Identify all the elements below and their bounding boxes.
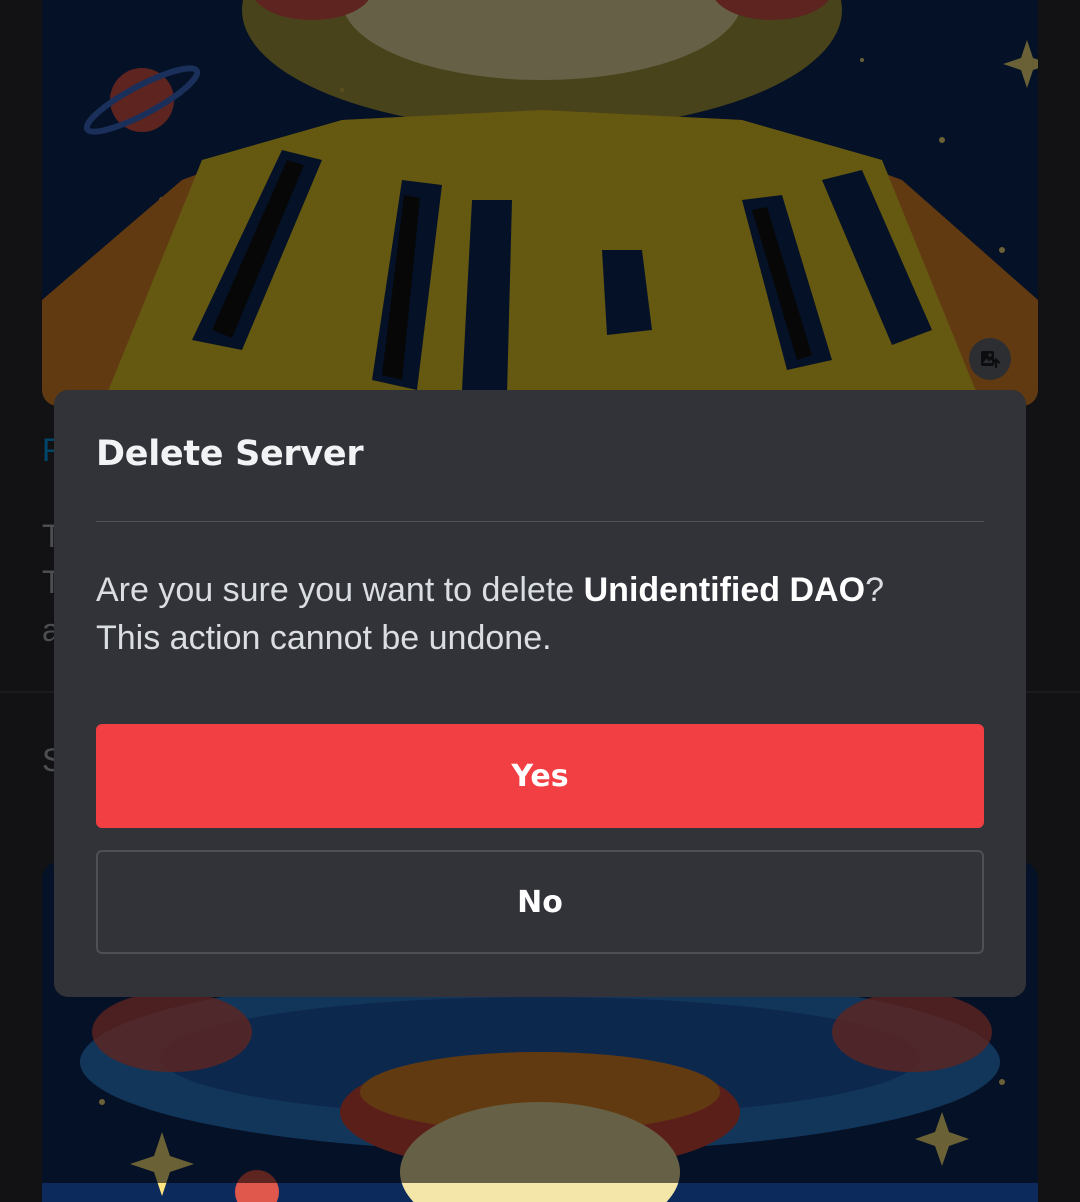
server-name: Unidentified DAO <box>583 571 866 609</box>
cancel-button[interactable]: No <box>96 850 984 954</box>
message-prefix: Are you sure you want to delete <box>96 571 584 609</box>
delete-server-dialog: Delete Server Are you sure you want to d… <box>54 390 1026 997</box>
dialog-divider <box>96 521 984 522</box>
dialog-message: Are you sure you want to delete Unidenti… <box>96 566 976 662</box>
confirm-delete-button[interactable]: Yes <box>96 724 984 828</box>
message-suffix: ? <box>865 571 884 609</box>
message-warning: This action cannot be undone. <box>96 619 552 657</box>
dialog-title: Delete Server <box>96 434 364 474</box>
